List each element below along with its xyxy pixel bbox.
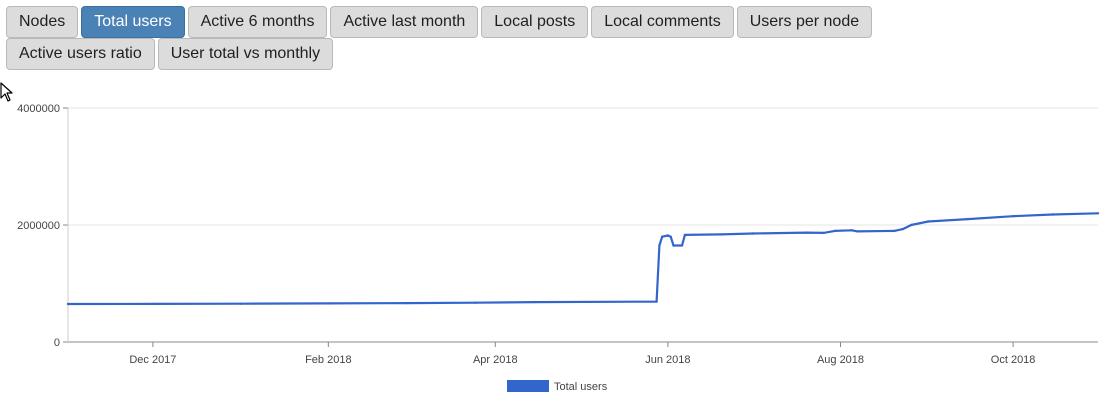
x-tick-label: Feb 2018 bbox=[305, 354, 351, 366]
data-point bbox=[66, 302, 70, 306]
data-point bbox=[1011, 215, 1015, 218]
series-line-total-users bbox=[67, 212, 1099, 306]
data-point bbox=[901, 227, 904, 231]
tab-local-comments[interactable]: Local comments bbox=[591, 6, 734, 38]
x-tick-label: Jun 2018 bbox=[645, 354, 690, 366]
data-point bbox=[1096, 212, 1100, 215]
data-point bbox=[720, 233, 723, 236]
chart-canvas: 0 2000000 4000000 Dec 2017 Feb 2018 Apr 2018 J… bbox=[17, 103, 1100, 393]
tab-active-6-months[interactable]: Active 6 months bbox=[187, 6, 328, 38]
legend-label: Total users bbox=[554, 381, 608, 393]
data-point bbox=[893, 229, 896, 233]
data-point bbox=[751, 232, 754, 235]
tab-active-users-ratio[interactable]: Active users ratio bbox=[6, 38, 155, 70]
data-point bbox=[805, 231, 808, 234]
data-point bbox=[666, 234, 670, 237]
tab-local-posts[interactable]: Local posts bbox=[481, 6, 589, 38]
data-point bbox=[533, 300, 537, 304]
data-point bbox=[655, 300, 658, 303]
series-layer bbox=[66, 212, 1100, 306]
tab-users-per-node[interactable]: Users per node bbox=[736, 6, 873, 38]
gridlines bbox=[68, 107, 1098, 343]
tab-nodes[interactable]: Nodes bbox=[6, 6, 79, 38]
data-point bbox=[658, 244, 661, 247]
data-point bbox=[822, 231, 825, 235]
x-tick-label: Oct 2018 bbox=[991, 354, 1036, 366]
data-point bbox=[1051, 213, 1054, 216]
tab-total-users[interactable]: Total users bbox=[81, 6, 185, 38]
chart-tab-bar: Nodes Total users Active 6 months Active… bbox=[6, 6, 1016, 70]
x-tick-label: Aug 2018 bbox=[817, 354, 864, 366]
tab-active-last-month[interactable]: Active last month bbox=[330, 6, 479, 38]
y-tick-label: 4000000 bbox=[17, 103, 60, 115]
total-users-chart: 0 2000000 4000000 Dec 2017 Feb 2018 Apr 2018 J… bbox=[0, 96, 1114, 402]
legend: Total users bbox=[507, 380, 608, 393]
y-tick-label: 0 bbox=[54, 337, 60, 349]
data-point bbox=[680, 244, 684, 247]
data-point bbox=[661, 235, 664, 238]
data-point bbox=[856, 230, 859, 233]
data-point bbox=[669, 235, 672, 238]
y-tick-label: 2000000 bbox=[17, 220, 60, 232]
data-point bbox=[683, 233, 687, 237]
x-tick-label: Dec 2017 bbox=[129, 354, 176, 366]
data-point bbox=[850, 229, 853, 232]
x-tick-label: Apr 2018 bbox=[473, 354, 518, 366]
data-point bbox=[910, 223, 913, 227]
data-point bbox=[151, 302, 155, 306]
data-point bbox=[927, 220, 930, 223]
data-point bbox=[966, 217, 969, 221]
data-point bbox=[474, 301, 477, 304]
legend-swatch bbox=[507, 380, 549, 392]
data-point bbox=[327, 302, 330, 305]
data-point bbox=[239, 302, 242, 305]
data-point bbox=[672, 244, 675, 247]
data-point bbox=[833, 229, 836, 233]
tab-user-total-vs-monthly[interactable]: User total vs monthly bbox=[157, 38, 334, 70]
axes: 0 2000000 4000000 Dec 2017 Feb 2018 Apr 2018 J… bbox=[17, 103, 1035, 366]
data-point bbox=[406, 301, 409, 305]
